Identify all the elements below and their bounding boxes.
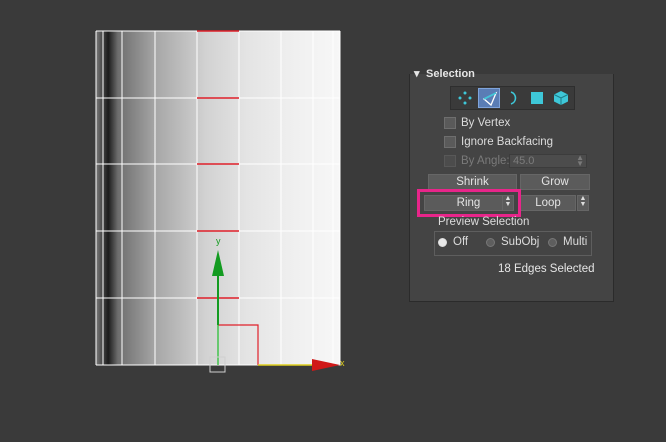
radio-selected-icon[interactable]: [438, 237, 447, 247]
by-angle-checkbox[interactable]: By Angle:: [444, 153, 510, 169]
shrink-button[interactable]: Shrink: [428, 174, 517, 190]
preview-selection-title: Preview Selection: [438, 216, 530, 228]
element-mode-button[interactable]: [550, 88, 572, 108]
ignore-backfacing-label: Ignore Backfacing: [461, 136, 554, 148]
by-vertex-label: By Vertex: [461, 117, 511, 129]
axis-y-label: y: [216, 236, 221, 246]
radio-unselected-icon[interactable]: [548, 237, 557, 247]
preview-multi-radio[interactable]: Multi: [548, 236, 587, 248]
vertex-mode-button[interactable]: [454, 88, 476, 108]
by-angle-label: By Angle:: [461, 155, 510, 167]
ring-highlight-box: [417, 189, 521, 217]
rollout-title: Selection: [426, 68, 475, 80]
by-angle-check[interactable]: [444, 155, 456, 167]
selection-status: 18 Edges Selected: [498, 263, 595, 275]
subobject-mode-bar: [450, 86, 575, 110]
preview-off-radio[interactable]: Off: [438, 236, 468, 248]
preview-off-label: Off: [453, 236, 469, 248]
loop-button[interactable]: Loop: [520, 195, 576, 211]
ignore-backfacing-check[interactable]: [444, 136, 456, 148]
angle-value: 45.0: [513, 155, 535, 167]
preview-subobj-label: SubObj: [501, 236, 540, 248]
by-vertex-check[interactable]: [444, 117, 456, 129]
by-vertex-checkbox[interactable]: By Vertex: [444, 115, 510, 131]
preview-subobj-radio[interactable]: SubObj: [486, 236, 539, 248]
edge-icon: [482, 91, 498, 107]
polygon-mode-button[interactable]: [526, 88, 548, 108]
border-icon: [510, 91, 517, 105]
angle-spinner-arrows-icon[interactable]: ▲ ▼: [576, 154, 584, 168]
rollout-toggle-icon[interactable]: ▾: [414, 67, 420, 80]
vertex-icon: [458, 91, 472, 105]
radio-unselected-icon[interactable]: [486, 237, 495, 247]
ignore-backfacing-checkbox[interactable]: Ignore Backfacing: [444, 134, 553, 150]
selection-rollout: ▾ Selection By Vertex Ignore Backfacing …: [409, 68, 614, 302]
polygon-icon: [531, 92, 543, 104]
edge-mode-button[interactable]: [478, 88, 500, 108]
angle-spinner[interactable]: 45.0 ▲ ▼: [509, 154, 587, 168]
element-icon: [553, 91, 569, 105]
grow-button[interactable]: Grow: [520, 174, 590, 190]
axis-x-label: x: [340, 358, 345, 368]
rollout-header[interactable]: ▾ Selection: [410, 68, 613, 82]
loop-spinner-arrows-icon[interactable]: ▲ ▼: [577, 195, 589, 211]
preview-multi-label: Multi: [563, 236, 588, 248]
border-mode-button[interactable]: [502, 88, 524, 108]
